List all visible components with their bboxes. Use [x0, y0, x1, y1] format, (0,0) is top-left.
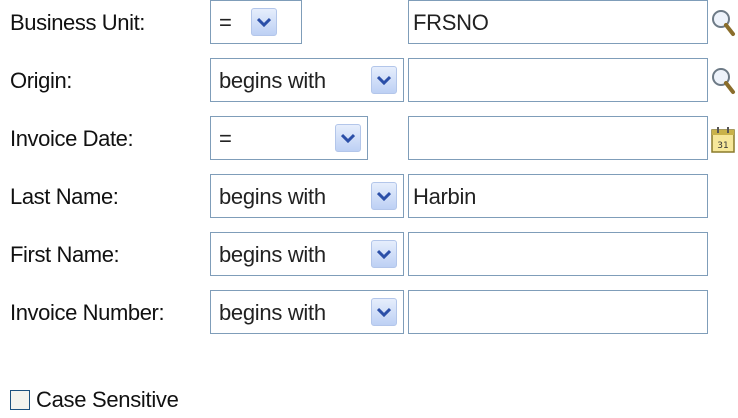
invoice-date-label: Invoice Date: [10, 126, 134, 151]
business-unit-input[interactable]: FRSNO [408, 0, 708, 44]
lookup-magnifier-icon[interactable] [710, 8, 738, 38]
operator-value: = [219, 10, 232, 35]
input-value: FRSNO [413, 10, 489, 35]
operator-value: begins with [219, 68, 326, 93]
operator-value: = [219, 126, 232, 151]
origin-label: Origin: [10, 68, 72, 93]
case-sensitive-label: Case Sensitive [36, 387, 179, 412]
first-name-input[interactable] [408, 232, 708, 276]
row-invoice-date: Invoice Date: = 31 [0, 116, 738, 164]
first-name-label: First Name: [10, 242, 120, 267]
invoice-number-label: Invoice Number: [10, 300, 165, 325]
calendar-icon[interactable]: 31 [710, 124, 738, 154]
chevron-down-icon[interactable] [335, 124, 361, 152]
chevron-down-icon[interactable] [371, 298, 397, 326]
chevron-down-icon[interactable] [251, 8, 277, 36]
row-last-name: Last Name: begins with Harbin [0, 174, 738, 222]
svg-text:31: 31 [717, 141, 728, 151]
business-unit-operator-select[interactable]: = [210, 0, 302, 44]
invoice-number-input[interactable] [408, 290, 708, 334]
invoice-number-operator-select[interactable]: begins with [210, 290, 404, 334]
last-name-input[interactable]: Harbin [408, 174, 708, 218]
case-sensitive-checkbox[interactable] [10, 390, 30, 410]
row-first-name: First Name: begins with [0, 232, 738, 280]
row-origin: Origin: begins with [0, 58, 738, 106]
search-criteria-form: Business Unit: = FRSNO Origin: begins wi… [0, 0, 738, 418]
business-unit-label: Business Unit: [10, 10, 146, 35]
chevron-down-icon[interactable] [371, 182, 397, 210]
row-business-unit: Business Unit: = FRSNO [0, 0, 738, 48]
operator-value: begins with [219, 184, 326, 209]
operator-value: begins with [219, 242, 326, 267]
operator-value: begins with [219, 300, 326, 325]
origin-operator-select[interactable]: begins with [210, 58, 404, 102]
origin-input[interactable] [408, 58, 708, 102]
input-value: Harbin [413, 184, 477, 209]
invoice-date-operator-select[interactable]: = [210, 116, 368, 160]
last-name-operator-select[interactable]: begins with [210, 174, 404, 218]
lookup-magnifier-icon[interactable] [710, 66, 738, 96]
first-name-operator-select[interactable]: begins with [210, 232, 404, 276]
chevron-down-icon[interactable] [371, 240, 397, 268]
row-invoice-number: Invoice Number: begins with [0, 290, 738, 338]
case-sensitive-option[interactable]: Case Sensitive [10, 387, 310, 416]
chevron-down-icon[interactable] [371, 66, 397, 94]
last-name-label: Last Name: [10, 184, 119, 209]
invoice-date-input[interactable] [408, 116, 708, 160]
